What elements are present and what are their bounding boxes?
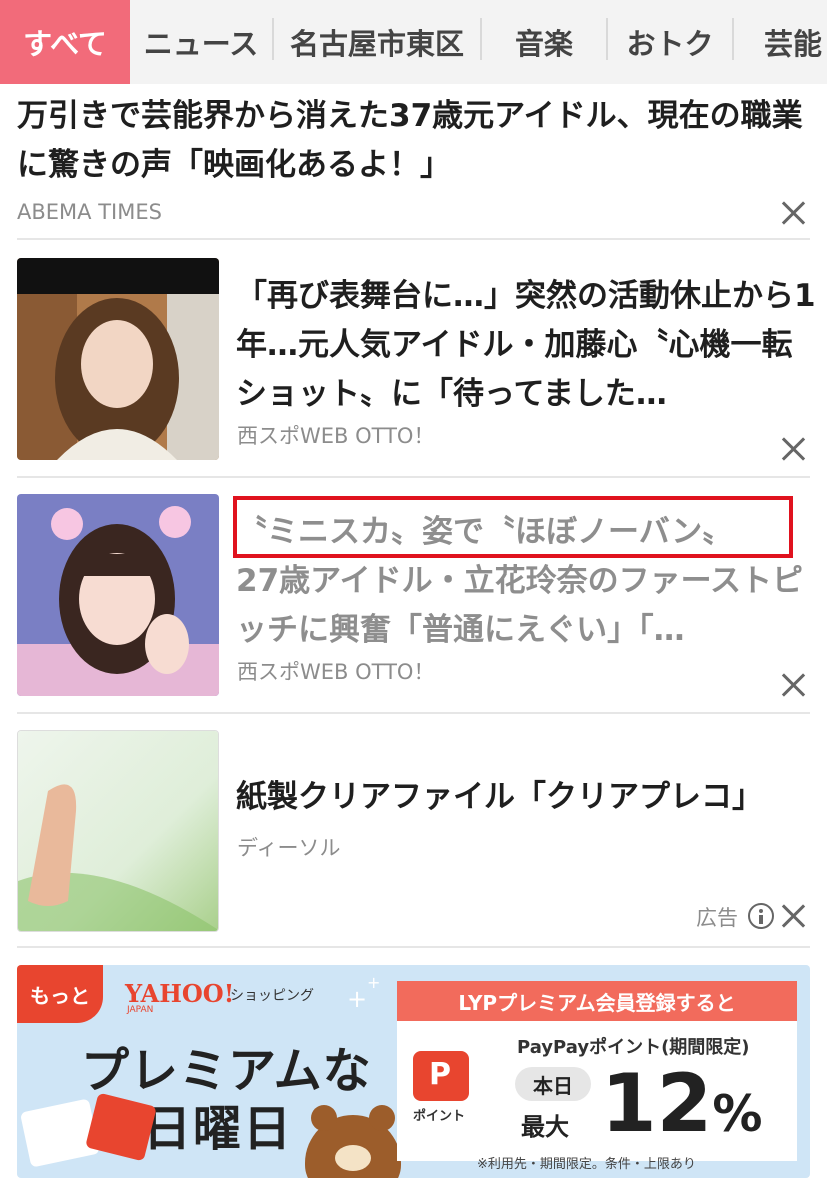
- portrait-image: [17, 258, 219, 460]
- article-source: 西スポWEB OTTO！: [237, 424, 435, 448]
- today-badge: 本日: [515, 1067, 591, 1101]
- bear-character-icon: [305, 1105, 401, 1178]
- divider: [17, 476, 810, 478]
- divider: [17, 946, 810, 948]
- banner-headline-2: 日曜日: [143, 1101, 294, 1157]
- corner-badge: もっと: [17, 965, 103, 1023]
- article-source: ABEMA TIMES: [17, 200, 162, 224]
- close-icon[interactable]: [780, 903, 806, 929]
- top-article[interactable]: 万引きで芸能界から消えた37歳元アイドル、現在の職業に驚きの声「映画化あるよ！」: [17, 92, 810, 190]
- category-tab-bar: すべて ニュース 名古屋市東区 音楽 おトク 芸能: [0, 0, 827, 84]
- tab-nagoya-higashi[interactable]: 名古屋市東区: [274, 0, 480, 84]
- ad-thumbnail[interactable]: [17, 730, 219, 932]
- offer-header: LYPプレミアム会員登録すると: [397, 981, 797, 1021]
- article-headline[interactable]: 万引きで芸能界から消えた37歳元アイドル、現在の職業に驚きの声「映画化あるよ！」: [17, 92, 810, 190]
- yahoo-shopping-banner[interactable]: もっと YAHOO! JAPAN ショッピング + + プレミアムな 日曜日 L…: [17, 965, 810, 1178]
- ad-title[interactable]: 紙製クリアファイル「クリアプレコ」: [236, 773, 816, 822]
- close-icon[interactable]: [780, 672, 806, 698]
- offer-box: LYPプレミアム会員登録すると ポイント PayPayポイント(期間限定) 本日…: [397, 981, 797, 1161]
- paypay-caption: ポイント: [413, 1109, 466, 1124]
- red-highlight-box: [233, 496, 793, 558]
- tab-news[interactable]: ニュース: [130, 0, 272, 84]
- tab-entertainment[interactable]: 芸能: [734, 0, 827, 84]
- tab-music[interactable]: 音楽: [482, 0, 606, 84]
- tab-all[interactable]: すべて: [0, 0, 130, 84]
- paypay-point-text: PayPayポイント(期間限定): [517, 1037, 750, 1058]
- close-icon[interactable]: [780, 200, 806, 226]
- tab-deals[interactable]: おトク: [608, 0, 732, 84]
- divider: [17, 712, 810, 714]
- yahoo-logo-sub: JAPAN: [127, 1005, 154, 1015]
- yahoo-logo: YAHOO!: [125, 979, 235, 1008]
- info-icon[interactable]: [748, 903, 774, 929]
- article-thumbnail[interactable]: [17, 258, 219, 460]
- percent-value: 12%: [601, 1057, 763, 1150]
- article-title[interactable]: 「再び表舞台に…」突然の活動休止から1年…元人気アイドル・加藤心〝心機一転ショッ…: [236, 272, 816, 419]
- clear-file-image: [18, 731, 218, 931]
- close-icon[interactable]: [780, 436, 806, 462]
- divider: [17, 238, 810, 240]
- shopping-label: ショッピング: [230, 988, 314, 1004]
- sparkle-icon: +: [347, 985, 368, 1013]
- title-continuation: 27歳アイドル・立花玲奈のファーストピッチに興奮「普通にえぐい」「…: [236, 563, 804, 648]
- max-label: 最大: [521, 1113, 569, 1141]
- article-thumbnail[interactable]: [17, 494, 219, 696]
- portrait-image: [17, 494, 219, 696]
- article-source: 西スポWEB OTTO！: [237, 660, 435, 684]
- paypay-logo-icon: [413, 1051, 469, 1101]
- ad-label: 広告: [696, 906, 738, 930]
- sparkle-icon: +: [367, 973, 381, 992]
- ad-source: ディーソル: [237, 836, 341, 860]
- fine-print: ※利用先・期間限定。条件・上限あり: [477, 1157, 696, 1172]
